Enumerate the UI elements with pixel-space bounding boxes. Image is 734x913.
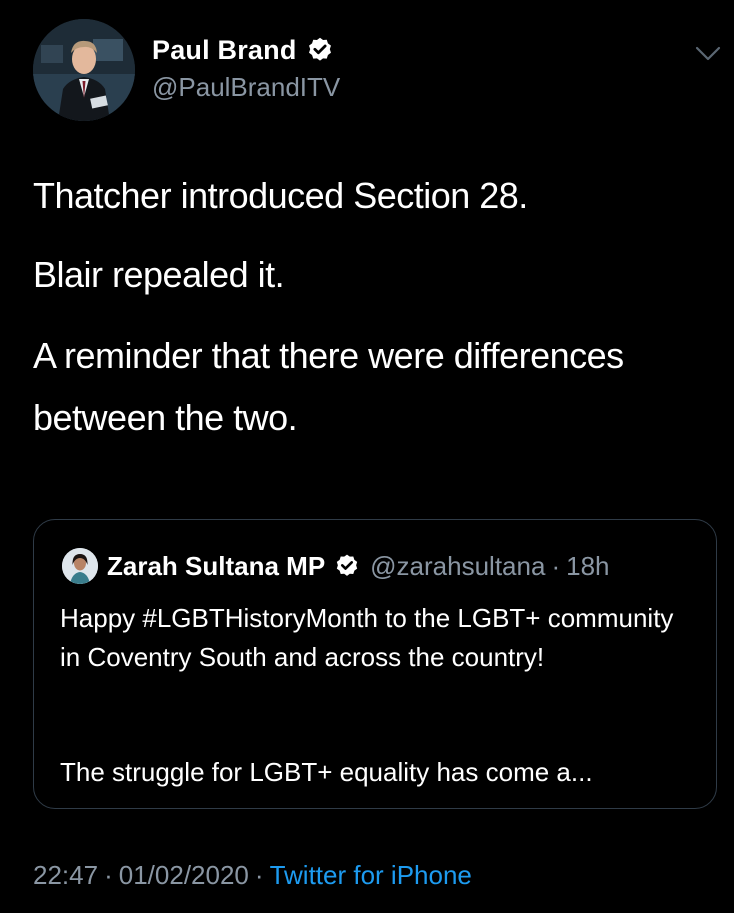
tweet-text-line: Blair repealed it. [33,254,285,295]
tweet-text-line: between the two. [33,397,298,438]
tweet-text-line: A reminder that there were differences [33,335,624,376]
quoted-tweet-header: Zarah Sultana MP @zarahsultana · 18h [107,547,610,585]
tweet-source-link[interactable]: Twitter for iPhone [270,860,472,890]
quoted-author-name: Zarah Sultana MP [107,550,326,581]
quoted-author-handle: @zarahsultana [370,550,546,581]
quoted-author-avatar [62,548,98,584]
profile-photo-icon [62,548,98,584]
tweet-detail: Paul Brand @PaulBrandITV Thatcher introd… [0,0,734,913]
quoted-tweet-text: Happy #LGBTHistoryMonth to the LGBT+ com… [60,603,674,672]
tweet-date: 01/02/2020 [118,860,249,890]
tweet-time: 22:47 [33,860,99,890]
separator-dot: · [551,550,561,581]
chevron-down-icon[interactable] [695,45,721,63]
separator-dot: · [104,860,113,890]
author-avatar[interactable] [33,19,135,121]
separator-dot: · [254,860,264,890]
quoted-tweet-card[interactable]: Zarah Sultana MP @zarahsultana · 18h Hap… [33,519,717,809]
profile-photo-icon [33,19,135,121]
verified-badge-icon [336,554,358,576]
quoted-tweet-text: The struggle for LGBT+ equality has come… [60,757,593,787]
author-handle[interactable]: @PaulBrandITV [152,72,340,103]
author-name[interactable]: Paul Brand [152,35,297,66]
quoted-tweet-time: 18h [566,550,610,581]
verified-badge-icon [308,37,331,61]
tweet-text-line: Thatcher introduced Section 28. [33,175,528,216]
tweet-meta: 22:47 · 01/02/2020 · Twitter for iPhone [33,860,472,891]
author-name-row[interactable]: Paul Brand [152,32,334,68]
